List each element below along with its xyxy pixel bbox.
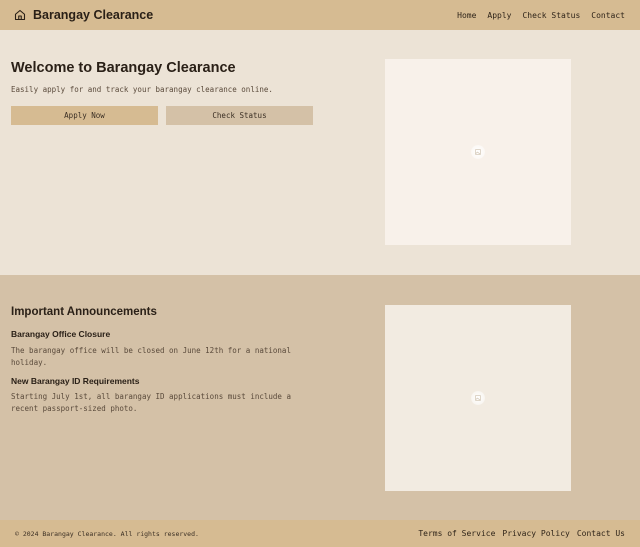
copyright-text: © 2024 Barangay Clearance. All rights re… [15, 529, 199, 538]
hero-image [385, 59, 571, 245]
site-header: Barangay Clearance Home Apply Check Stat… [0, 0, 640, 30]
contact-us-link[interactable]: Contact Us [577, 529, 625, 538]
check-status-button[interactable]: Check Status [166, 106, 313, 125]
announcements-image [385, 305, 571, 491]
terms-of-service-link[interactable]: Terms of Service [418, 529, 495, 538]
announcement-title: Barangay Office Closure [11, 329, 111, 339]
brand-title: Barangay Clearance [33, 8, 154, 22]
announcement-title: New Barangay ID Requirements [11, 376, 140, 386]
footer-links: Terms of Service Privacy Policy Contact … [418, 529, 625, 538]
announcement-body: Starting July 1st, all barangay ID appli… [11, 392, 291, 413]
home-icon [14, 9, 26, 21]
site-footer: © 2024 Barangay Clearance. All rights re… [0, 520, 640, 547]
hero-subtitle: Easily apply for and track your barangay… [11, 85, 273, 94]
main-nav: Home Apply Check Status Contact [457, 11, 625, 20]
image-placeholder-icon [471, 145, 485, 159]
nav-home-link[interactable]: Home [457, 11, 476, 20]
nav-check-status-link[interactable]: Check Status [522, 11, 580, 20]
apply-now-button[interactable]: Apply Now [11, 106, 158, 125]
privacy-policy-link[interactable]: Privacy Policy [502, 529, 569, 538]
nav-contact-link[interactable]: Contact [591, 11, 625, 20]
announcements-title: Important Announcements [11, 306, 157, 318]
hero-title: Welcome to Barangay Clearance [11, 60, 236, 76]
announcement-body: The barangay office will be closed on Ju… [11, 346, 291, 367]
hero-section: Welcome to Barangay Clearance Easily app… [0, 30, 640, 275]
nav-apply-link[interactable]: Apply [487, 11, 511, 20]
image-placeholder-icon [471, 391, 485, 405]
brand[interactable]: Barangay Clearance [14, 8, 153, 22]
announcements-section: Important Announcements Barangay Office … [0, 275, 640, 520]
